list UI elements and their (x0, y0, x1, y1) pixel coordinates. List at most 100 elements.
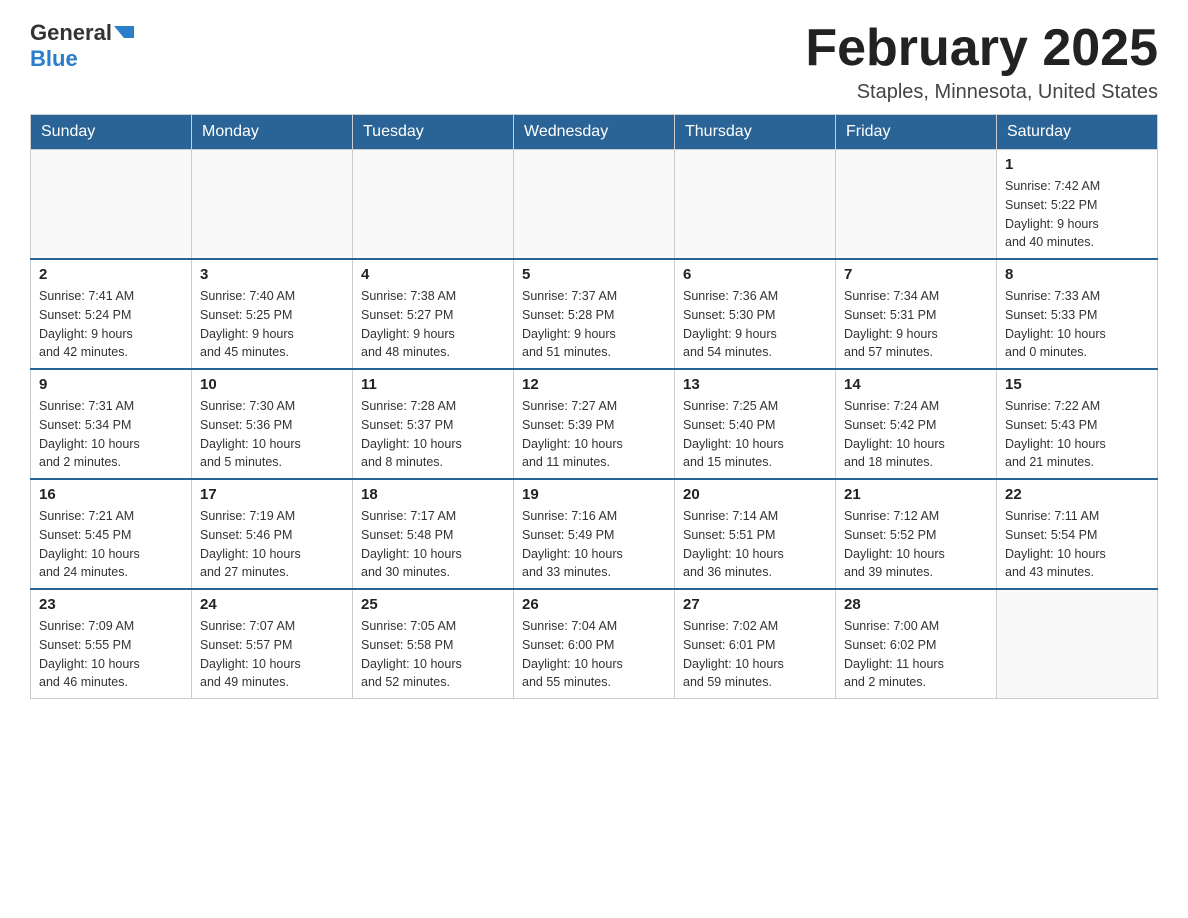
calendar-day-cell: 24 Sunrise: 7:07 AM Sunset: 5:57 PM Dayli… (192, 589, 353, 699)
logo-general-text: General (30, 20, 112, 46)
day-info: Sunrise: 7:42 AM Sunset: 5:22 PM Dayligh… (1005, 177, 1149, 252)
calendar-header-tuesday: Tuesday (353, 115, 514, 150)
day-number: 25 (361, 596, 505, 613)
day-info: Sunrise: 7:19 AM Sunset: 5:46 PM Dayligh… (200, 507, 344, 582)
day-info: Sunrise: 7:24 AM Sunset: 5:42 PM Dayligh… (844, 397, 988, 472)
day-number: 20 (683, 486, 827, 503)
day-info: Sunrise: 7:31 AM Sunset: 5:34 PM Dayligh… (39, 397, 183, 472)
calendar-day-cell: 11 Sunrise: 7:28 AM Sunset: 5:37 PM Dayli… (353, 369, 514, 479)
day-number: 13 (683, 376, 827, 393)
day-info: Sunrise: 7:07 AM Sunset: 5:57 PM Dayligh… (200, 617, 344, 692)
logo: General Blue (30, 20, 134, 72)
day-info: Sunrise: 7:36 AM Sunset: 5:30 PM Dayligh… (683, 287, 827, 362)
calendar-day-cell: 21Sunrise: 7:12 AM Sunset: 5:52 PM Dayli… (836, 479, 997, 589)
calendar-table: SundayMondayTuesdayWednesdayThursdayFrid… (30, 114, 1158, 699)
day-info: Sunrise: 7:17 AM Sunset: 5:48 PM Dayligh… (361, 507, 505, 582)
day-number: 23 (39, 596, 183, 613)
calendar-header-friday: Friday (836, 115, 997, 150)
calendar-day-cell (192, 150, 353, 260)
calendar-day-cell: 8 Sunrise: 7:33 AM Sunset: 5:33 PM Daylig… (997, 259, 1158, 369)
calendar-day-cell: 27Sunrise: 7:02 AM Sunset: 6:01 PM Dayli… (675, 589, 836, 699)
calendar-day-cell (353, 150, 514, 260)
calendar-day-cell (31, 150, 192, 260)
calendar-day-cell: 4 Sunrise: 7:38 AM Sunset: 5:27 PM Daylig… (353, 259, 514, 369)
calendar-day-cell: 12 Sunrise: 7:27 AM Sunset: 5:39 PM Dayli… (514, 369, 675, 479)
calendar-day-cell: 1 Sunrise: 7:42 AM Sunset: 5:22 PM Daylig… (997, 150, 1158, 260)
day-number: 11 (361, 376, 505, 393)
calendar-day-cell: 16 Sunrise: 7:21 AM Sunset: 5:45 PM Dayli… (31, 479, 192, 589)
calendar-day-cell: 10 Sunrise: 7:30 AM Sunset: 5:36 PM Dayli… (192, 369, 353, 479)
day-info: Sunrise: 7:21 AM Sunset: 5:45 PM Dayligh… (39, 507, 183, 582)
day-number: 28 (844, 596, 988, 613)
calendar-week-row: 16 Sunrise: 7:21 AM Sunset: 5:45 PM Dayli… (31, 479, 1158, 589)
calendar-week-row: 2 Sunrise: 7:41 AM Sunset: 5:24 PM Daylig… (31, 259, 1158, 369)
calendar-day-cell: 7 Sunrise: 7:34 AM Sunset: 5:31 PM Daylig… (836, 259, 997, 369)
day-number: 26 (522, 596, 666, 613)
day-number: 22 (1005, 486, 1149, 503)
calendar-day-cell: 19 Sunrise: 7:16 AM Sunset: 5:49 PM Dayli… (514, 479, 675, 589)
calendar-week-row: 9 Sunrise: 7:31 AM Sunset: 5:34 PM Daylig… (31, 369, 1158, 479)
day-number: 10 (200, 376, 344, 393)
day-number: 5 (522, 266, 666, 283)
day-number: 2 (39, 266, 183, 283)
day-info: Sunrise: 7:04 AM Sunset: 6:00 PM Dayligh… (522, 617, 666, 692)
calendar-day-cell: 3Sunrise: 7:40 AM Sunset: 5:25 PM Daylig… (192, 259, 353, 369)
logo-triangle-icon (114, 26, 134, 38)
day-number: 17 (200, 486, 344, 503)
calendar-day-cell: 26 Sunrise: 7:04 AM Sunset: 6:00 PM Dayli… (514, 589, 675, 699)
calendar-day-cell: 28 Sunrise: 7:00 AM Sunset: 6:02 PM Dayli… (836, 589, 997, 699)
day-info: Sunrise: 7:41 AM Sunset: 5:24 PM Dayligh… (39, 287, 183, 362)
calendar-day-cell: 23 Sunrise: 7:09 AM Sunset: 5:55 PM Dayli… (31, 589, 192, 699)
day-info: Sunrise: 7:27 AM Sunset: 5:39 PM Dayligh… (522, 397, 666, 472)
day-number: 18 (361, 486, 505, 503)
location-subtitle: Staples, Minnesota, United States (805, 81, 1158, 104)
day-number: 24 (200, 596, 344, 613)
day-info: Sunrise: 7:37 AM Sunset: 5:28 PM Dayligh… (522, 287, 666, 362)
day-info: Sunrise: 7:34 AM Sunset: 5:31 PM Dayligh… (844, 287, 988, 362)
page-header: General Blue February 2025 Staples, Minn… (30, 20, 1158, 104)
calendar-day-cell (997, 589, 1158, 699)
calendar-header-saturday: Saturday (997, 115, 1158, 150)
day-info: Sunrise: 7:11 AM Sunset: 5:54 PM Dayligh… (1005, 507, 1149, 582)
day-info: Sunrise: 7:40 AM Sunset: 5:25 PM Dayligh… (200, 287, 344, 362)
day-info: Sunrise: 7:30 AM Sunset: 5:36 PM Dayligh… (200, 397, 344, 472)
day-info: Sunrise: 7:28 AM Sunset: 5:37 PM Dayligh… (361, 397, 505, 472)
calendar-day-cell: 6 Sunrise: 7:36 AM Sunset: 5:30 PM Daylig… (675, 259, 836, 369)
title-area: February 2025 Staples, Minnesota, United… (805, 20, 1158, 104)
day-number: 6 (683, 266, 827, 283)
day-number: 4 (361, 266, 505, 283)
day-number: 14 (844, 376, 988, 393)
calendar-day-cell: 14 Sunrise: 7:24 AM Sunset: 5:42 PM Dayli… (836, 369, 997, 479)
calendar-day-cell: 18 Sunrise: 7:17 AM Sunset: 5:48 PM Dayli… (353, 479, 514, 589)
calendar-day-cell: 25 Sunrise: 7:05 AM Sunset: 5:58 PM Dayli… (353, 589, 514, 699)
calendar-header-monday: Monday (192, 115, 353, 150)
day-number: 9 (39, 376, 183, 393)
day-info: Sunrise: 7:25 AM Sunset: 5:40 PM Dayligh… (683, 397, 827, 472)
day-info: Sunrise: 7:33 AM Sunset: 5:33 PM Dayligh… (1005, 287, 1149, 362)
calendar-day-cell (836, 150, 997, 260)
day-number: 1 (1005, 156, 1149, 173)
day-number: 19 (522, 486, 666, 503)
calendar-day-cell: 9 Sunrise: 7:31 AM Sunset: 5:34 PM Daylig… (31, 369, 192, 479)
calendar-header-wednesday: Wednesday (514, 115, 675, 150)
logo-blue-text: Blue (30, 46, 78, 72)
calendar-header-thursday: Thursday (675, 115, 836, 150)
calendar-day-cell (514, 150, 675, 260)
day-number: 8 (1005, 266, 1149, 283)
day-number: 12 (522, 376, 666, 393)
calendar-week-row: 1 Sunrise: 7:42 AM Sunset: 5:22 PM Daylig… (31, 150, 1158, 260)
calendar-day-cell: 22 Sunrise: 7:11 AM Sunset: 5:54 PM Dayli… (997, 479, 1158, 589)
calendar-day-cell (675, 150, 836, 260)
day-info: Sunrise: 7:22 AM Sunset: 5:43 PM Dayligh… (1005, 397, 1149, 472)
day-info: Sunrise: 7:05 AM Sunset: 5:58 PM Dayligh… (361, 617, 505, 692)
day-info: Sunrise: 7:00 AM Sunset: 6:02 PM Dayligh… (844, 617, 988, 692)
calendar-day-cell: 15Sunrise: 7:22 AM Sunset: 5:43 PM Dayli… (997, 369, 1158, 479)
calendar-week-row: 23 Sunrise: 7:09 AM Sunset: 5:55 PM Dayli… (31, 589, 1158, 699)
day-number: 16 (39, 486, 183, 503)
day-number: 7 (844, 266, 988, 283)
day-info: Sunrise: 7:02 AM Sunset: 6:01 PM Dayligh… (683, 617, 827, 692)
day-info: Sunrise: 7:09 AM Sunset: 5:55 PM Dayligh… (39, 617, 183, 692)
calendar-day-cell: 20Sunrise: 7:14 AM Sunset: 5:51 PM Dayli… (675, 479, 836, 589)
day-info: Sunrise: 7:16 AM Sunset: 5:49 PM Dayligh… (522, 507, 666, 582)
day-info: Sunrise: 7:38 AM Sunset: 5:27 PM Dayligh… (361, 287, 505, 362)
